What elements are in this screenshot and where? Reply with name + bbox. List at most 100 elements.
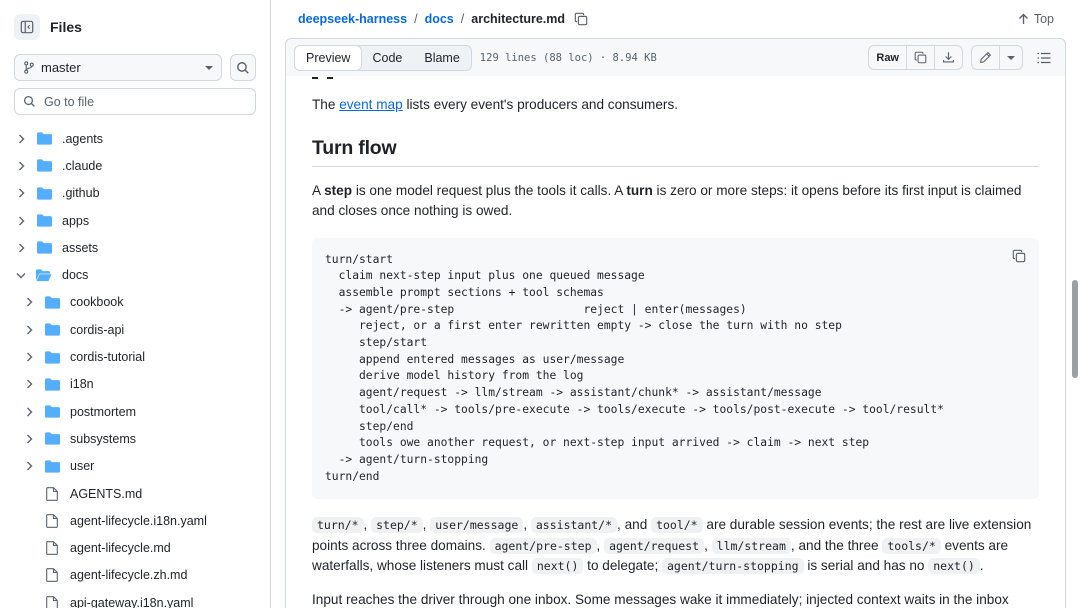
folder-icon: [44, 460, 60, 473]
collapse-sidebar-button[interactable]: [14, 14, 40, 40]
copy-path-button[interactable]: [574, 12, 588, 26]
edit-button[interactable]: [972, 46, 999, 69]
tree-item-label: .claude: [62, 158, 103, 173]
tree-item-postmortem[interactable]: postmortem: [0, 398, 270, 425]
copy-code-button[interactable]: [1012, 249, 1026, 266]
edit-options-dropdown[interactable]: [999, 46, 1022, 69]
chevron-right-icon: [23, 325, 35, 335]
event-map-link[interactable]: event map: [339, 97, 402, 112]
tree-item-label: api-gateway.i18n.yaml: [70, 595, 194, 608]
copy-raw-button[interactable]: [906, 46, 934, 69]
file-icon: [44, 595, 60, 608]
caret-down-icon: [205, 65, 214, 70]
tree-item-docs[interactable]: docs: [0, 261, 270, 288]
file-stats: 129 lines (88 loc) · 8.94 KB: [479, 51, 657, 64]
folder-icon: [36, 132, 52, 145]
chevron-right-icon: [23, 434, 35, 444]
arrow-up-icon: [1018, 13, 1028, 24]
tree-item-github[interactable]: .github: [0, 180, 270, 207]
chevron-right-icon: [23, 461, 35, 471]
branch-selector[interactable]: master: [14, 54, 223, 81]
folder-open-icon: [36, 269, 52, 282]
step-turn-paragraph: A step is one model request plus the too…: [312, 182, 1022, 219]
tree-item-cordis-api[interactable]: cordis-api: [0, 316, 270, 343]
breadcrumb-repo-link[interactable]: deepseek-harness: [298, 12, 407, 26]
tree-item-label: subsystems: [70, 431, 136, 446]
tree-item-user[interactable]: user: [0, 453, 270, 480]
chevron-down-icon: [15, 272, 27, 279]
tree-item-label: user: [70, 459, 95, 474]
folder-icon: [44, 378, 60, 391]
breadcrumb: deepseek-harness / docs / architecture.m…: [272, 0, 1080, 38]
raw-button[interactable]: Raw: [869, 46, 906, 69]
tree-item-label: postmortem: [70, 404, 136, 419]
tab-preview[interactable]: Preview: [294, 44, 363, 71]
durable-events-paragraph: turn/*, step/*, user/message, assistant/…: [312, 517, 1032, 575]
tree-item-subsystems[interactable]: subsystems: [0, 425, 270, 452]
chevron-right-icon: [23, 407, 35, 417]
chevron-right-icon: [15, 243, 27, 253]
tree-item-label: .github: [62, 186, 100, 201]
file-viewer: deepseek-harness / docs / architecture.m…: [272, 0, 1080, 608]
tree-item-apps[interactable]: apps: [0, 207, 270, 234]
search-icon: [237, 61, 249, 74]
search-files-button[interactable]: [230, 54, 256, 81]
tree-item-cordis-tutorial[interactable]: cordis-tutorial: [0, 343, 270, 370]
inbox-paragraph: Input reaches the driver through one inb…: [312, 591, 1009, 607]
tab-code[interactable]: Code: [361, 46, 413, 70]
download-icon: [943, 52, 954, 63]
go-to-file[interactable]: [14, 88, 256, 115]
turn-flow-heading: Turn flow: [312, 137, 1039, 167]
tree-item-label: cordis-api: [70, 322, 125, 337]
breadcrumb-separator: /: [414, 12, 418, 26]
tree-item-label: .agents: [62, 131, 104, 146]
tree-item-agent-lifecycle-i18n-yaml[interactable]: agent-lifecycle.i18n.yaml: [0, 507, 270, 534]
folder-icon: [44, 405, 60, 418]
tree-item-agents-md[interactable]: AGENTS.md: [0, 480, 270, 507]
chevron-right-icon: [23, 352, 35, 362]
copy-icon: [914, 51, 927, 64]
tree-item-label: agent-lifecycle.md: [70, 541, 171, 556]
list-outline-icon: [1037, 52, 1051, 63]
outline-button[interactable]: [1031, 52, 1057, 64]
tree-item-label: agent-lifecycle.zh.md: [70, 568, 188, 583]
tree-item-i18n[interactable]: i18n: [0, 371, 270, 398]
breadcrumb-dir-link[interactable]: docs: [425, 12, 454, 26]
file-icon: [44, 513, 60, 528]
tree-item-assets[interactable]: assets: [0, 234, 270, 261]
folder-icon: [36, 187, 52, 200]
download-button[interactable]: [934, 46, 962, 69]
file-icon: [44, 541, 60, 555]
turn-flow-code-block: turn/start claim next-step input plus on…: [312, 237, 1039, 500]
tree-item-label: cookbook: [70, 295, 124, 310]
tree-item-cookbook[interactable]: cookbook: [0, 289, 270, 316]
tree-item-agent-lifecycle-md[interactable]: agent-lifecycle.md: [0, 534, 270, 561]
file-sidebar: Files master .agents .claude .github: [0, 0, 271, 608]
event-map-paragraph: The event map lists every event's produc…: [312, 97, 679, 112]
tab-blame[interactable]: Blame: [413, 46, 470, 70]
tree-item-api-gateway-i18n-yaml[interactable]: api-gateway.i18n.yaml: [0, 589, 270, 608]
go-to-file-input[interactable]: [44, 94, 244, 109]
tree-item-label: i18n: [70, 377, 94, 392]
tree-item-claude[interactable]: .claude: [0, 152, 270, 179]
git-branch-icon: [24, 61, 34, 74]
folder-icon: [36, 159, 52, 173]
markdown-body: The event map lists every event's produc…: [285, 76, 1066, 608]
back-to-top-button[interactable]: Top: [1018, 12, 1054, 26]
tree-item-agent-lifecycle-zh-md[interactable]: agent-lifecycle.zh.md: [0, 562, 270, 589]
vertical-scrollbar[interactable]: [1072, 280, 1078, 378]
sidebar-header: Files: [0, 0, 270, 54]
search-icon: [23, 95, 35, 107]
code-block-text: turn/start claim next-step input plus on…: [325, 252, 944, 483]
file-icon: [44, 568, 60, 583]
folder-icon: [44, 350, 60, 364]
sidebar-collapse-icon: [20, 20, 34, 34]
chevron-right-icon: [23, 297, 35, 307]
sidebar-title: Files: [50, 19, 82, 35]
pencil-icon: [980, 51, 992, 63]
tree-item-agents[interactable]: .agents: [0, 125, 270, 152]
caret-down-icon: [1007, 55, 1015, 60]
breadcrumb-current-file: architecture.md: [471, 12, 566, 26]
raw-actions-group: Raw: [868, 45, 963, 70]
edit-actions-group: [971, 45, 1023, 70]
